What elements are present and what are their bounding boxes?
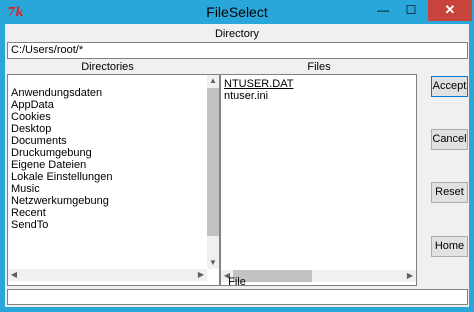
directory-list-item[interactable]: Netzwerkumgebung [9,195,205,207]
directory-list-item[interactable]: Eigene Dateien [9,159,205,171]
reset-button[interactable]: Reset [431,182,468,203]
files-list[interactable]: NTUSER.DAT ntuser.ini [222,78,415,102]
cancel-button[interactable]: Cancel [431,129,468,150]
directory-list-item[interactable]: Documents [9,135,205,147]
directories-vertical-scrollbar[interactable]: ▲ ▼ [207,75,219,269]
accept-button[interactable]: Accept [431,76,468,97]
directory-list-item[interactable]: Druckumgebung [9,147,205,159]
directory-label: Directory [214,28,259,40]
scroll-up-arrow-icon[interactable]: ▲ [207,75,219,87]
fileselect-window: 7k FileSelect — ☐ ✕ Directory C:/Users/r… [0,0,474,312]
file-label: File [228,276,246,288]
file-list-item[interactable]: NTUSER.DAT [222,78,415,90]
directory-list-item[interactable]: Music [9,183,205,195]
home-button[interactable]: Home [431,236,468,257]
minimize-icon[interactable]: — [370,0,396,21]
directory-list-item[interactable]: Lokale Einstellungen [9,171,205,183]
directory-list-item[interactable]: AppData [9,99,205,111]
directories-list[interactable]: Anwendungsdaten AppData Cookies Desktop Docu… [9,87,205,231]
file-input[interactable] [7,289,468,305]
directory-list-item[interactable]: Desktop [9,123,205,135]
file-list-item[interactable]: ntuser.ini [222,90,415,102]
directory-list-item[interactable]: Anwendungsdaten [9,87,205,99]
maximize-icon[interactable]: ☐ [398,0,424,21]
directories-label: Directories [81,61,134,73]
directories-scroll-thumb[interactable] [207,88,219,236]
scroll-down-arrow-icon[interactable]: ▼ [207,257,219,269]
files-listbox[interactable]: NTUSER.DAT ntuser.ini ◀ ▶ [220,74,417,286]
close-icon[interactable]: ✕ [428,0,472,21]
directory-list-item[interactable]: Cookies [9,111,205,123]
files-label: Files [307,61,331,73]
title-bar[interactable]: 7k FileSelect — ☐ ✕ [0,0,474,24]
dialog-body: Directory C:/Users/root/* Directories Fi… [5,24,469,307]
directory-list-item[interactable]: Recent [9,207,205,219]
directory-input[interactable]: C:/Users/root/* [7,42,468,59]
directories-listbox[interactable]: Anwendungsdaten AppData Cookies Desktop Docu… [7,74,220,286]
directory-list-item[interactable]: SendTo [9,219,205,231]
